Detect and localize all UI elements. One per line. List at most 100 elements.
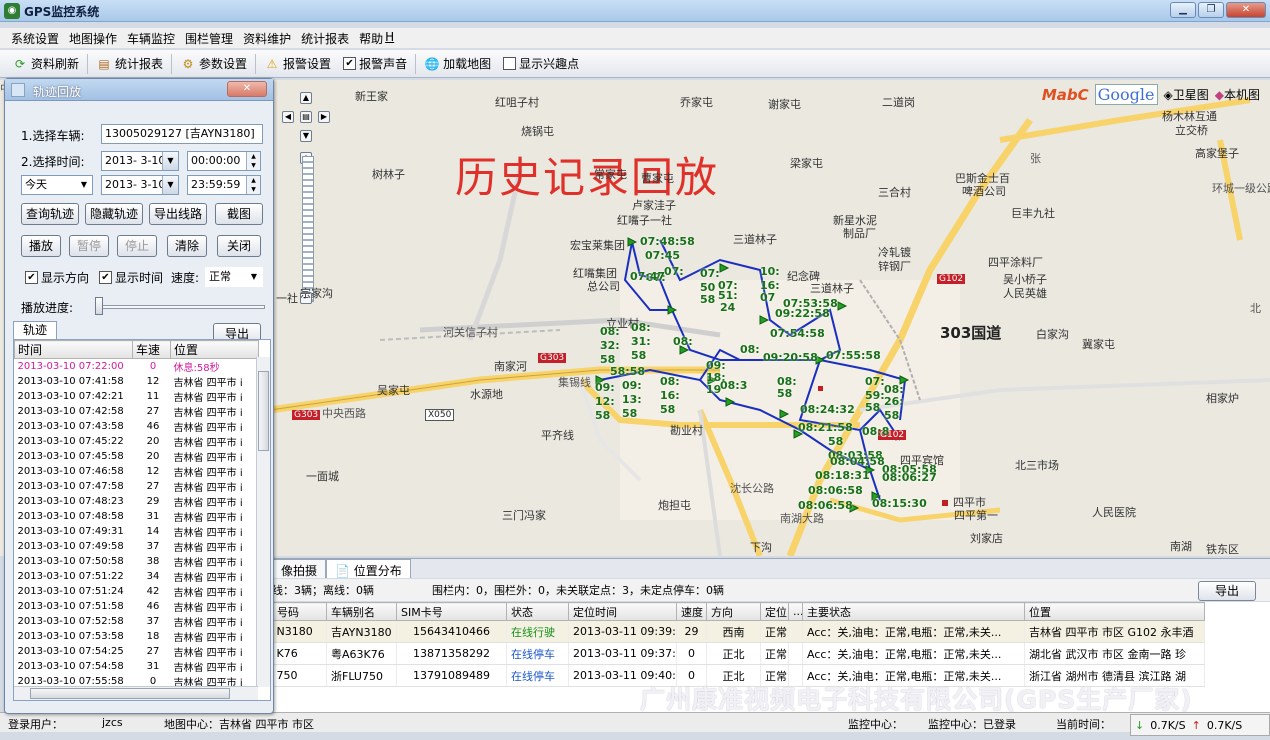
google-logo[interactable]: Google — [1094, 84, 1158, 105]
track-list-hscroll[interactable] — [14, 686, 258, 700]
spinner-icon[interactable]: ▲ ▼ — [246, 176, 260, 194]
show-direction-checkbox[interactable]: ✔ — [25, 271, 38, 284]
track-row[interactable]: 2013-03-10 07:41:58 12 吉林省 四平市 i — [15, 374, 259, 389]
track-row[interactable]: 2013-03-10 07:54:58 31 吉林省 四平市 i — [15, 659, 259, 674]
screenshot-button[interactable]: 截图 — [215, 203, 263, 225]
tab-position-distribution[interactable]: 📄 位置分布 — [326, 559, 411, 578]
vehicle-col[interactable]: 定位 — [760, 602, 789, 621]
vehicle-cell: 0 — [676, 642, 707, 665]
pause-button[interactable]: 暂停 — [69, 235, 109, 257]
clear-button[interactable]: 清除 — [167, 235, 207, 257]
track-time-label: 07:47 — [630, 270, 666, 283]
track-row[interactable]: 2013-03-10 07:52:58 37 吉林省 四平市 i — [15, 614, 259, 629]
statistics-report-button[interactable]: ▤ 统计报表 — [90, 53, 169, 75]
track-row[interactable]: 2013-03-10 07:42:21 11 吉林省 四平市 i — [15, 389, 259, 404]
date-from-picker[interactable]: 2013- 3-10 ▼ — [101, 151, 179, 171]
time-from-input[interactable]: 00:00:00 ▲ ▼ — [187, 151, 261, 171]
show-poi-checkbox[interactable]: 显示兴趣点 — [497, 53, 585, 75]
refresh-data-button[interactable]: ⟳ 资料刷新 — [6, 53, 85, 75]
vehicle-col[interactable]: ... — [788, 602, 803, 621]
date-to-picker[interactable]: 2013- 3-10 ▼ — [101, 175, 179, 195]
vehicle-col[interactable]: SIM卡号 — [396, 602, 507, 621]
track-row[interactable]: 2013-03-10 07:46:58 12 吉林省 四平市 i — [15, 464, 259, 479]
minimize-button[interactable]: ▁ — [1170, 2, 1196, 18]
hide-track-button[interactable]: 隐藏轨迹 — [85, 203, 143, 225]
speed-select[interactable]: 正常 ▼ — [205, 267, 263, 287]
track-row[interactable]: 2013-03-10 07:45:58 20 吉林省 四平市 i — [15, 449, 259, 464]
track-row[interactable]: 2013-03-10 07:53:58 18 吉林省 四平市 i — [15, 629, 259, 644]
col-position[interactable]: 位置 — [170, 340, 259, 359]
track-cell-spd: 46 — [146, 421, 160, 432]
dialog-title-bar[interactable]: 轨迹回放 ✕ — [5, 79, 273, 101]
vehicle-col[interactable]: 状态 — [506, 602, 569, 621]
menu-system-settings[interactable]: 系统设置 — [6, 28, 64, 48]
zoom-slider[interactable] — [302, 156, 314, 302]
menu-map-operations[interactable]: 地图操作 — [64, 28, 122, 48]
track-row[interactable]: 2013-03-10 07:42:58 27 吉林省 四平市 i — [15, 404, 259, 419]
vehicle-col[interactable]: 号码 — [272, 602, 327, 621]
satellite-map-button[interactable]: ◈卫星图 — [1164, 86, 1209, 103]
track-list-vscroll[interactable] — [256, 357, 270, 687]
track-row[interactable]: 2013-03-10 07:49:58 37 吉林省 四平市 i — [15, 539, 259, 554]
map-place-label: 四平涂料厂 — [988, 256, 1043, 269]
menu-fence-management[interactable]: 围栏管理 — [180, 28, 238, 48]
playback-progress-thumb[interactable] — [95, 297, 103, 315]
play-button[interactable]: 播放 — [21, 235, 61, 257]
menu-data-maintenance[interactable]: 资料维护 — [238, 28, 296, 48]
query-track-button[interactable]: 查询轨迹 — [21, 203, 79, 225]
map-overlay-title: 历史记录回放 — [455, 153, 720, 202]
vehicle-export-button[interactable]: 导出 — [1198, 581, 1256, 601]
playback-progress-track[interactable] — [101, 305, 265, 309]
export-route-button[interactable]: 导出线路 — [149, 203, 207, 225]
menu-help[interactable]: 帮助 — [354, 28, 383, 48]
load-map-button[interactable]: 🌐 加载地图 — [418, 53, 497, 75]
vehicle-col[interactable]: 主要状态 — [802, 602, 1025, 621]
pan-center-button[interactable]: ▤ — [300, 111, 312, 123]
dialog-close-button[interactable]: ✕ — [227, 81, 267, 97]
vehicle-select-input[interactable]: 13005029127 [吉AYN3180] — [101, 124, 263, 144]
close-button[interactable]: ✕ — [1226, 2, 1266, 18]
pan-up-button[interactable]: ▲ — [300, 92, 312, 104]
vehicle-row[interactable]: N3180 吉AYN3180 15643410466 在线行驶 2013-03-11 0… — [272, 620, 1205, 643]
track-row[interactable]: 2013-03-10 07:54:25 27 吉林省 四平市 i — [15, 644, 259, 659]
track-row[interactable]: 2013-03-10 07:51:24 42 吉林省 四平市 i — [15, 584, 259, 599]
pan-right-button[interactable]: ▶ — [318, 111, 330, 123]
track-row[interactable]: 2013-03-10 07:48:58 31 吉林省 四平市 i — [15, 509, 259, 524]
pan-left-button[interactable]: ◀ — [282, 111, 294, 123]
show-time-checkbox[interactable]: ✔ — [99, 271, 112, 284]
spinner-icon[interactable]: ▲ ▼ — [246, 152, 260, 170]
track-row[interactable]: 2013-03-10 07:22:00 0 休息:58秒 — [15, 359, 259, 374]
track-row[interactable]: 2013-03-10 07:45:22 20 吉林省 四平市 i — [15, 434, 259, 449]
vehicle-col[interactable]: 位置 — [1024, 602, 1205, 621]
time-to-input[interactable]: 23:59:59 ▲ ▼ — [187, 175, 261, 195]
track-row[interactable]: 2013-03-10 07:48:23 29 吉林省 四平市 i — [15, 494, 259, 509]
menu-vehicle-monitor[interactable]: 车辆监控 — [122, 28, 180, 48]
track-row[interactable]: 2013-03-10 07:51:22 34 吉林省 四平市 i — [15, 569, 259, 584]
col-speed[interactable]: 车速 — [132, 340, 171, 359]
local-map-button[interactable]: ◆本机图 — [1215, 86, 1260, 103]
tab-track[interactable]: 轨迹 — [13, 321, 57, 339]
track-row[interactable]: 2013-03-10 07:43:58 46 吉林省 四平市 i — [15, 419, 259, 434]
alarm-settings-button[interactable]: ⚠ 报警设置 — [258, 53, 337, 75]
col-time[interactable]: 时间 — [14, 340, 133, 359]
menu-help-accel: H — [385, 30, 395, 44]
vehicle-col[interactable]: 车辆别名 — [326, 602, 397, 621]
parameter-settings-button[interactable]: ⚙ 参数设置 — [174, 53, 253, 75]
mapabc-logo[interactable]: MabC — [1042, 86, 1089, 104]
close-dialog-button[interactable]: 关闭 — [217, 235, 261, 257]
stop-button[interactable]: 停止 — [117, 235, 157, 257]
track-row[interactable]: 2013-03-10 07:47:58 27 吉林省 四平市 i — [15, 479, 259, 494]
vehicle-row[interactable]: K76 粤A63K76 13871358292 在线停车 2013-03-11 09:3… — [272, 642, 1205, 665]
range-select[interactable]: 今天 ▼ — [21, 175, 93, 195]
maximize-button[interactable]: ❐ — [1198, 2, 1224, 18]
pan-down-button[interactable]: ▼ — [300, 130, 312, 142]
tab-photo[interactable]: 像拍摄 — [272, 559, 327, 578]
vehicle-col[interactable]: 方向 — [706, 602, 761, 621]
track-row[interactable]: 2013-03-10 07:51:58 46 吉林省 四平市 i — [15, 599, 259, 614]
vehicle-col[interactable]: 定位时间 — [568, 602, 677, 621]
track-row[interactable]: 2013-03-10 07:50:58 38 吉林省 四平市 i — [15, 554, 259, 569]
menu-statistics[interactable]: 统计报表 — [296, 28, 354, 48]
alarm-sound-checkbox[interactable]: ✔ 报警声音 — [337, 53, 413, 75]
track-row[interactable]: 2013-03-10 07:49:31 14 吉林省 四平市 i — [15, 524, 259, 539]
vehicle-col[interactable]: 速度 — [676, 602, 707, 621]
